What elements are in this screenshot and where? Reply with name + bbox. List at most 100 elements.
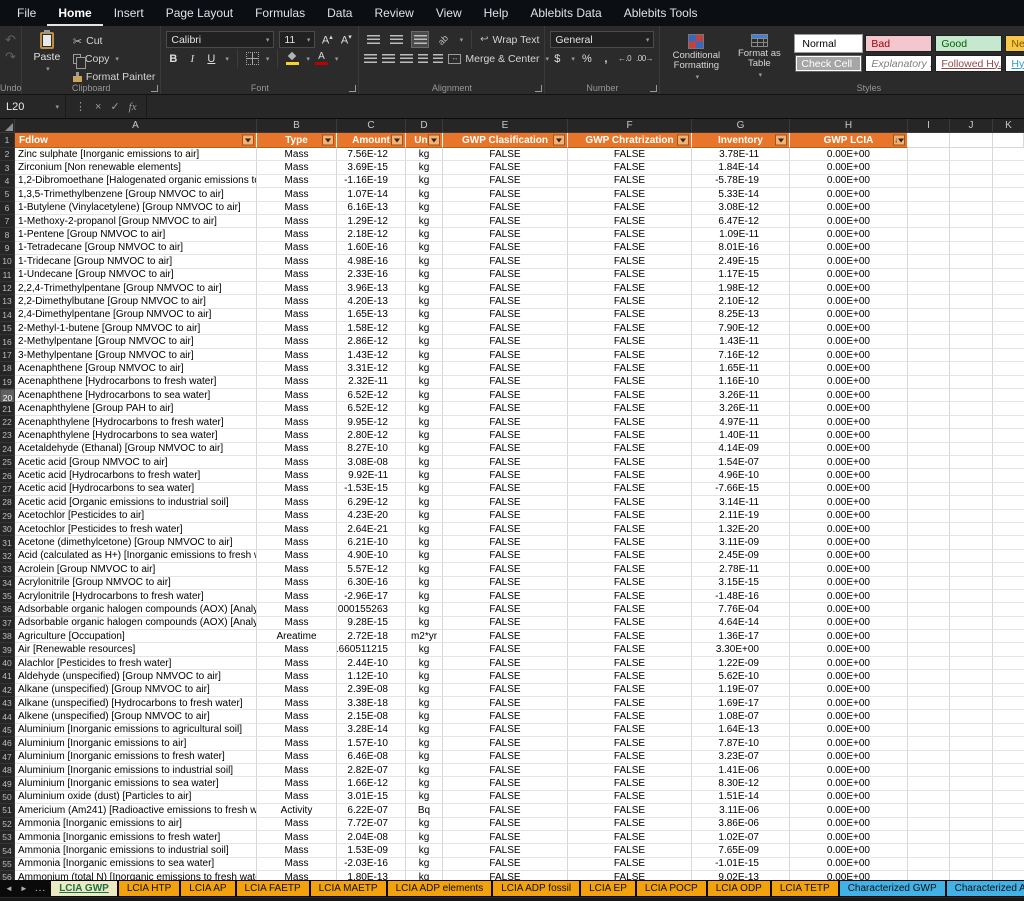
cell-empty[interactable] [950, 241, 993, 256]
row-header[interactable]: 33 [0, 563, 15, 577]
cell-type[interactable]: Mass [257, 255, 337, 269]
cell-gwp-lcia[interactable]: 0.00E+00 [790, 295, 908, 309]
cell-type[interactable]: Mass [257, 723, 337, 738]
cell-gwp-lcia[interactable]: 0.00E+00 [790, 322, 908, 336]
cell-amount[interactable]: 2.33E-16 [337, 268, 406, 282]
bold-button[interactable]: B [166, 53, 180, 65]
row-header[interactable]: 47 [0, 750, 15, 764]
cell-empty[interactable] [950, 268, 993, 282]
cell-style-swatch[interactable]: Neutral [1005, 35, 1024, 52]
cell-flow[interactable]: Acetic acid [Hydrocarbons to sea water] [15, 482, 257, 497]
cell-unit[interactable]: kg [406, 844, 443, 858]
cell-empty[interactable] [993, 576, 1024, 590]
cell-empty[interactable] [993, 697, 1024, 711]
cell-inventory[interactable]: 1.51E-14 [692, 790, 790, 805]
dialog-launcher-icon[interactable] [349, 85, 357, 92]
cell-empty[interactable] [993, 228, 1024, 242]
cell-empty[interactable] [993, 214, 1024, 229]
cell-gwp-characterization[interactable]: FALSE [568, 228, 692, 242]
cell-gwp-classification[interactable]: FALSE [443, 281, 568, 296]
cell-empty[interactable] [950, 830, 993, 845]
cell-empty[interactable] [908, 656, 950, 671]
cell-empty[interactable] [908, 563, 950, 577]
cell-unit[interactable]: kg [406, 469, 443, 483]
column-header[interactable]: E [443, 119, 568, 133]
cell-amount[interactable]: 2.64E-21 [337, 522, 406, 537]
cell-type[interactable]: Mass [257, 643, 337, 657]
row-header[interactable]: 22 [0, 415, 15, 430]
row-header[interactable]: 11 [0, 268, 15, 282]
cell-gwp-lcia[interactable]: 0.00E+00 [790, 683, 908, 698]
cell-type[interactable]: Mass [257, 603, 337, 617]
cell-gwp-classification[interactable]: FALSE [443, 656, 568, 671]
menu-tab[interactable]: View [425, 0, 473, 26]
cell-empty[interactable] [950, 589, 993, 604]
align-left-icon[interactable] [364, 50, 378, 67]
cell-gwp-classification[interactable]: FALSE [443, 563, 568, 577]
cell-empty[interactable] [908, 790, 950, 805]
increase-indent-icon[interactable] [433, 50, 444, 67]
dialog-launcher-icon[interactable] [650, 85, 658, 92]
sheet-tab[interactable]: LCIA TETP [771, 881, 838, 896]
cell-gwp-classification[interactable]: FALSE [443, 844, 568, 858]
cell-gwp-classification[interactable]: FALSE [443, 429, 568, 443]
row-header[interactable]: 24 [0, 442, 15, 456]
sheet-tab[interactable]: LCIA POCP [636, 881, 706, 896]
cell-flow[interactable]: 1,2-Dibromoethane [Halogenated organic e… [15, 174, 257, 189]
row-header[interactable]: 32 [0, 549, 15, 564]
cell-gwp-characterization[interactable]: FALSE [568, 563, 692, 577]
cell-empty[interactable] [950, 281, 993, 296]
row-header[interactable]: 25 [0, 455, 15, 470]
font-color-icon[interactable]: A [314, 52, 328, 65]
cell-unit[interactable]: kg [406, 308, 443, 323]
cell-gwp-characterization[interactable]: FALSE [568, 549, 692, 564]
cell-gwp-characterization[interactable]: FALSE [568, 241, 692, 256]
cell-inventory[interactable]: 5.62E-10 [692, 670, 790, 684]
cell-unit[interactable]: kg [406, 763, 443, 778]
cell-gwp-characterization[interactable]: FALSE [568, 576, 692, 590]
cell-gwp-lcia[interactable]: 0.00E+00 [790, 469, 908, 483]
font-name-select[interactable]: Calibri ▾ [166, 31, 275, 48]
header-cell[interactable]: GWP Clasification [443, 133, 568, 148]
cell-empty[interactable] [908, 522, 950, 537]
cell-flow[interactable]: 1-Undecane [Group NMVOC to air] [15, 268, 257, 282]
cell-empty[interactable] [950, 442, 993, 456]
cell-inventory[interactable]: 9.02E-13 [692, 871, 790, 880]
row-header[interactable]: 17 [0, 348, 15, 363]
cell-unit[interactable]: kg [406, 335, 443, 349]
row-header[interactable]: 6 [0, 201, 15, 215]
cell-unit[interactable]: kg [406, 616, 443, 631]
cell-empty[interactable] [993, 630, 1024, 644]
cell-unit[interactable]: kg [406, 737, 443, 751]
cell-gwp-characterization[interactable]: FALSE [568, 710, 692, 724]
cell-empty[interactable] [950, 857, 993, 872]
cell-empty[interactable] [950, 335, 993, 349]
cell-gwp-classification[interactable]: FALSE [443, 522, 568, 537]
cell-gwp-lcia[interactable]: 0.00E+00 [790, 777, 908, 791]
cell-inventory[interactable]: 1.19E-07 [692, 683, 790, 698]
cell-type[interactable]: Mass [257, 201, 337, 215]
cell-unit[interactable]: kg [406, 857, 443, 872]
cell-flow[interactable]: Acetochlor [Pesticides to air] [15, 509, 257, 523]
cell-empty[interactable] [950, 656, 993, 671]
cell-empty[interactable] [950, 496, 993, 510]
header-cell[interactable]: GWP Chratrization [568, 133, 692, 148]
row-header[interactable]: 10 [0, 255, 15, 269]
cell-empty[interactable] [993, 563, 1024, 577]
cell-inventory[interactable]: 3.14E-11 [692, 496, 790, 510]
header-cell[interactable]: Amount [337, 133, 406, 148]
row-header[interactable]: 56 [0, 871, 15, 880]
filter-button[interactable] [775, 134, 787, 146]
cell-gwp-characterization[interactable]: FALSE [568, 603, 692, 617]
cell-inventory[interactable]: 1.02E-07 [692, 830, 790, 845]
cell-gwp-lcia[interactable]: 0.00E+00 [790, 522, 908, 537]
menu-tab[interactable]: Home [47, 0, 102, 26]
number-format-select[interactable]: General ▾ [550, 31, 655, 48]
cell-empty[interactable] [950, 670, 993, 684]
cell-amount[interactable]: -1.53E-15 [337, 482, 406, 497]
cell-empty[interactable] [950, 777, 993, 791]
cell-amount[interactable]: 1.60E-16 [337, 241, 406, 256]
menu-tab[interactable]: Data [316, 0, 363, 26]
increase-decimal-icon[interactable]: ←.0 [618, 54, 632, 63]
cell-gwp-characterization[interactable]: FALSE [568, 817, 692, 831]
